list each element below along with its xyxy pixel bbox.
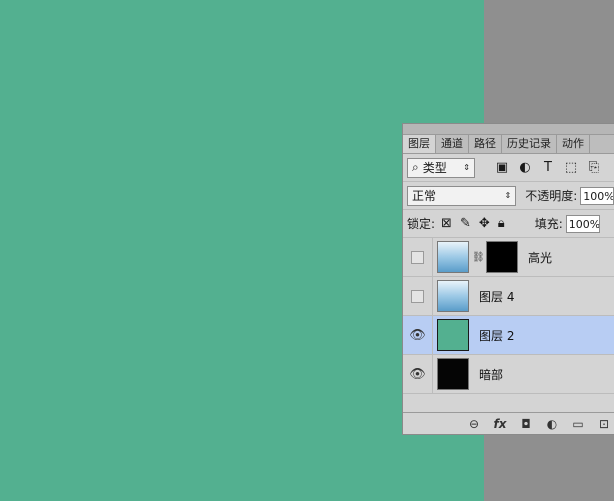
- layer-thumbnail: [437, 358, 469, 390]
- blend-mode-select[interactable]: 正常 ⇕: [407, 185, 517, 206]
- layer-name: 图层 4: [479, 289, 515, 304]
- fill-input[interactable]: 100%: [565, 214, 600, 233]
- shape-filter-icon[interactable]: ⬚: [564, 160, 578, 175]
- spinner-icon: ⇕: [504, 191, 512, 200]
- filter-row: ⌕ 类型 ⇕ ▣ ◐ T ⬚ ⎘: [403, 154, 614, 182]
- layer-mask-thumbnail[interactable]: [486, 241, 518, 273]
- panel-grip[interactable]: [403, 124, 614, 135]
- search-icon: ⌕: [412, 160, 419, 174]
- spinner-icon: ⇕: [463, 163, 470, 172]
- visibility-toggle[interactable]: [403, 238, 433, 277]
- tab-paths[interactable]: 路径: [469, 135, 502, 153]
- add-mask-icon[interactable]: ◘: [519, 417, 533, 431]
- smart-object-filter-icon[interactable]: ⎘: [587, 160, 601, 175]
- new-group-icon[interactable]: ▭: [571, 417, 585, 431]
- eye-icon: 👁︎: [409, 327, 426, 343]
- tab-actions[interactable]: 动作: [557, 135, 590, 153]
- panel-tabs: 图层 通道 路径 历史记录 动作: [403, 135, 614, 154]
- panel-bottom-bar: ⊖ fx ◘ ◐ ▭ ⊡: [403, 412, 614, 434]
- layer-list: ⛓︎ 高光 图层 4 👁︎ 图层 2 👁︎ 暗部: [403, 238, 614, 406]
- image-filter-icon[interactable]: ▣: [495, 160, 509, 175]
- visibility-toggle[interactable]: [403, 276, 433, 316]
- layer-name: 高光: [528, 250, 553, 265]
- lock-all-icon[interactable]: 🔒︎: [498, 216, 505, 231]
- lock-transparent-icon[interactable]: ⊠: [441, 216, 452, 231]
- adjustment-layer-icon[interactable]: ◐: [545, 417, 559, 431]
- layer-thumbnail: [437, 319, 469, 351]
- filter-kind-label: 类型: [422, 161, 447, 175]
- layer-row-shadow[interactable]: 👁︎ 暗部: [403, 354, 614, 394]
- layers-panel: 图层 通道 路径 历史记录 动作 ⌕ 类型 ⇕ ▣ ◐ T ⬚ ⎘ 正常 ⇕ 不…: [402, 123, 614, 435]
- lock-position-icon[interactable]: ✥: [479, 216, 490, 231]
- eye-icon: 👁︎: [409, 366, 426, 382]
- layer-thumbnail: [437, 280, 469, 312]
- hidden-box-icon: [411, 250, 424, 264]
- hidden-box-icon: [411, 289, 424, 303]
- tab-history[interactable]: 历史记录: [502, 135, 557, 153]
- lock-label: 锁定:: [407, 217, 436, 231]
- link-layers-icon[interactable]: ⊖: [467, 417, 481, 431]
- tab-layers[interactable]: 图层: [403, 135, 436, 153]
- blend-row: 正常 ⇕ 不透明度: 100%: [403, 182, 614, 210]
- layer-name: 图层 2: [479, 328, 515, 343]
- filter-kind-select[interactable]: ⌕ 类型 ⇕: [407, 157, 475, 178]
- layer-row-highlight[interactable]: ⛓︎ 高光: [403, 238, 614, 277]
- lock-pixels-icon[interactable]: ✎: [460, 216, 471, 231]
- layer-name: 暗部: [479, 367, 504, 382]
- visibility-toggle[interactable]: 👁︎: [403, 354, 433, 394]
- adjustment-filter-icon[interactable]: ◐: [518, 160, 532, 175]
- link-chain-icon: ⛓︎: [472, 251, 485, 263]
- opacity-input[interactable]: 100%: [580, 186, 614, 205]
- lock-row: 锁定: ⊠ ✎ ✥ 🔒︎ 填充: 100%: [403, 210, 614, 238]
- visibility-toggle[interactable]: 👁︎: [403, 315, 433, 355]
- layer-row-layer4[interactable]: 图层 4: [403, 276, 614, 316]
- fill-label: 填充:: [534, 217, 563, 231]
- opacity-label: 不透明度:: [525, 189, 578, 203]
- tab-channels[interactable]: 通道: [436, 135, 469, 153]
- layer-row-layer2[interactable]: 👁︎ 图层 2: [403, 315, 614, 355]
- new-layer-icon[interactable]: ⊡: [597, 417, 611, 431]
- blend-mode-value: 正常: [412, 189, 437, 203]
- layer-thumbnail: [437, 241, 469, 273]
- fx-icon[interactable]: fx: [493, 417, 507, 431]
- type-filter-icon[interactable]: T: [541, 160, 555, 175]
